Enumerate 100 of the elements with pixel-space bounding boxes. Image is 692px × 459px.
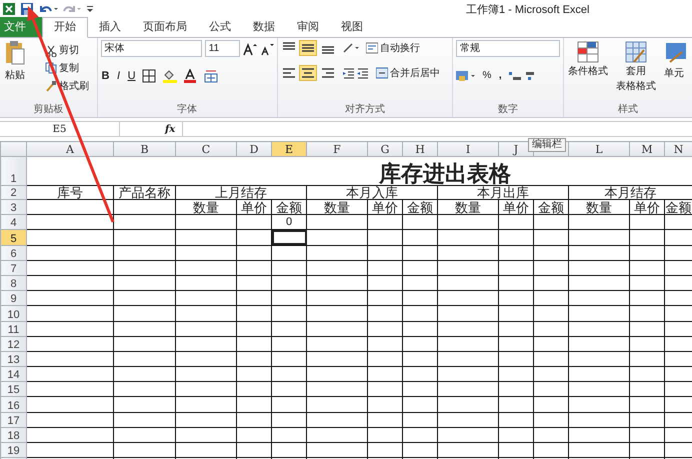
column-header[interactable]: A xyxy=(26,142,114,156)
row-header[interactable]: 8 xyxy=(0,275,26,291)
comma-button[interactable]: , xyxy=(498,68,503,83)
ribbon-tab[interactable]: 数据 xyxy=(242,17,286,37)
group-label: 样式 xyxy=(617,102,639,117)
row-header[interactable]: 12 xyxy=(0,336,26,352)
row-header[interactable]: 7 xyxy=(0,260,26,276)
row-header[interactable]: 17 xyxy=(0,412,26,428)
window-title: 工作簿1 - Microsoft Excel xyxy=(466,3,590,18)
ribbon-tab[interactable]: 插入 xyxy=(88,17,132,37)
currency-icon[interactable] xyxy=(456,70,476,82)
row-header[interactable]: 19 xyxy=(0,442,26,458)
wrap-text-button[interactable]: 自动换行 xyxy=(365,40,422,56)
indent-icon[interactable] xyxy=(342,67,370,79)
sheet-title: 库存进出表格 xyxy=(378,161,511,184)
phonetic-icon[interactable] xyxy=(202,69,219,84)
copy-icon xyxy=(45,62,57,74)
borders-icon[interactable] xyxy=(142,69,156,84)
row-header[interactable]: 9 xyxy=(0,290,26,306)
underline-button[interactable]: U xyxy=(126,68,137,84)
table-header-cell: 金额 xyxy=(272,200,306,215)
lines-icon xyxy=(282,67,296,79)
insert-function-button[interactable]: fx xyxy=(164,122,176,136)
table-header-cell: 单价 xyxy=(236,200,272,215)
column-header[interactable]: B xyxy=(114,142,176,156)
row-header[interactable]: 4 xyxy=(0,214,26,230)
row-header[interactable]: 18 xyxy=(0,427,26,442)
table-icon xyxy=(624,40,648,64)
table-header-cell: 金额 xyxy=(402,200,438,215)
lines-icon xyxy=(301,67,316,79)
row-header[interactable]: 5 xyxy=(0,230,26,246)
file-tab[interactable]: 文件 xyxy=(0,17,42,37)
table-cell: 0 xyxy=(272,214,306,230)
italic-button[interactable]: I xyxy=(116,68,122,84)
row-header[interactable]: 10 xyxy=(0,306,26,321)
merge-center-button[interactable]: 合并后居中 xyxy=(375,66,442,80)
font-color-icon[interactable] xyxy=(183,69,198,84)
ribbon-tab[interactable]: 视图 xyxy=(330,17,374,37)
align-button[interactable] xyxy=(299,40,318,56)
copy-button[interactable]: 复制 xyxy=(44,60,90,76)
ribbon-tab[interactable]: 公式 xyxy=(198,17,242,37)
font-name-field[interactable]: 宋体 xyxy=(100,40,202,57)
fill-color-icon[interactable] xyxy=(162,69,178,84)
shrink-font-icon[interactable] xyxy=(260,42,274,56)
column-header[interactable]: I xyxy=(438,142,498,156)
table-header-cell: 金额 xyxy=(534,200,568,215)
table-icon xyxy=(576,40,600,64)
cell-styles-button[interactable]: 单元 xyxy=(663,40,689,102)
row-header[interactable]: 1 xyxy=(0,156,26,186)
column-header[interactable]: H xyxy=(402,142,438,156)
cut-button[interactable]: 剪切 xyxy=(44,43,90,58)
row-header[interactable]: 15 xyxy=(0,382,26,397)
row-header[interactable]: 16 xyxy=(0,396,26,412)
group-label: 数字 xyxy=(497,102,519,117)
group-label: 字体 xyxy=(176,102,198,117)
column-header[interactable]: E xyxy=(272,142,306,156)
row-header[interactable]: 6 xyxy=(0,245,26,260)
tooltip: 编辑栏 xyxy=(528,138,566,152)
ribbon-tab[interactable]: 审阅 xyxy=(286,17,330,37)
table-format-button[interactable]: 套用 表格格式 xyxy=(615,40,657,102)
table-header-cell: 单价 xyxy=(368,200,402,215)
align-button[interactable] xyxy=(320,66,336,80)
row-header[interactable]: 2 xyxy=(0,186,26,200)
table-header-cell: 本月结存 xyxy=(568,186,692,200)
cell-style-icon xyxy=(664,40,688,64)
column-header[interactable]: C xyxy=(176,142,236,156)
excel-icon[interactable] xyxy=(2,2,16,16)
merge-icon xyxy=(376,67,388,79)
scissors-icon xyxy=(45,44,57,56)
row-header[interactable]: 13 xyxy=(0,351,26,367)
align-button[interactable] xyxy=(280,66,297,80)
percent-button[interactable]: % xyxy=(482,68,492,83)
column-header[interactable]: D xyxy=(236,142,272,156)
active-cell[interactable] xyxy=(272,230,306,246)
grow-font-icon[interactable] xyxy=(242,42,257,56)
font-size-field[interactable]: 11 xyxy=(204,40,240,57)
column-header[interactable]: L xyxy=(568,142,630,156)
align-button[interactable] xyxy=(299,65,318,81)
lines-icon xyxy=(321,67,336,79)
number-format-field[interactable]: 常规 xyxy=(456,40,560,57)
bold-button[interactable]: B xyxy=(100,68,110,84)
ribbon-tab[interactable]: 开始 xyxy=(42,17,88,38)
table-header-cell: 数量 xyxy=(568,200,630,215)
column-header[interactable]: F xyxy=(306,142,368,156)
ribbon-tab[interactable]: 页面布局 xyxy=(132,17,198,37)
conditional-format-button[interactable]: 条件格式 xyxy=(567,40,609,102)
table-header-cell: 数量 xyxy=(438,200,498,215)
clipboard-icon xyxy=(4,40,26,66)
group-label: 对齐方式 xyxy=(344,102,386,117)
paste-button[interactable]: 粘贴 xyxy=(3,40,27,102)
column-header[interactable]: N xyxy=(664,142,692,156)
row-header[interactable]: 3 xyxy=(0,200,26,215)
column-header[interactable]: M xyxy=(630,142,664,156)
orientation-icon[interactable] xyxy=(342,42,360,54)
brush-icon xyxy=(45,80,57,92)
wrap-icon xyxy=(366,42,378,54)
table-header-cell: 数量 xyxy=(176,200,236,215)
row-header[interactable]: 14 xyxy=(0,366,26,382)
row-header[interactable]: 11 xyxy=(0,321,26,336)
column-header[interactable]: G xyxy=(368,142,402,156)
